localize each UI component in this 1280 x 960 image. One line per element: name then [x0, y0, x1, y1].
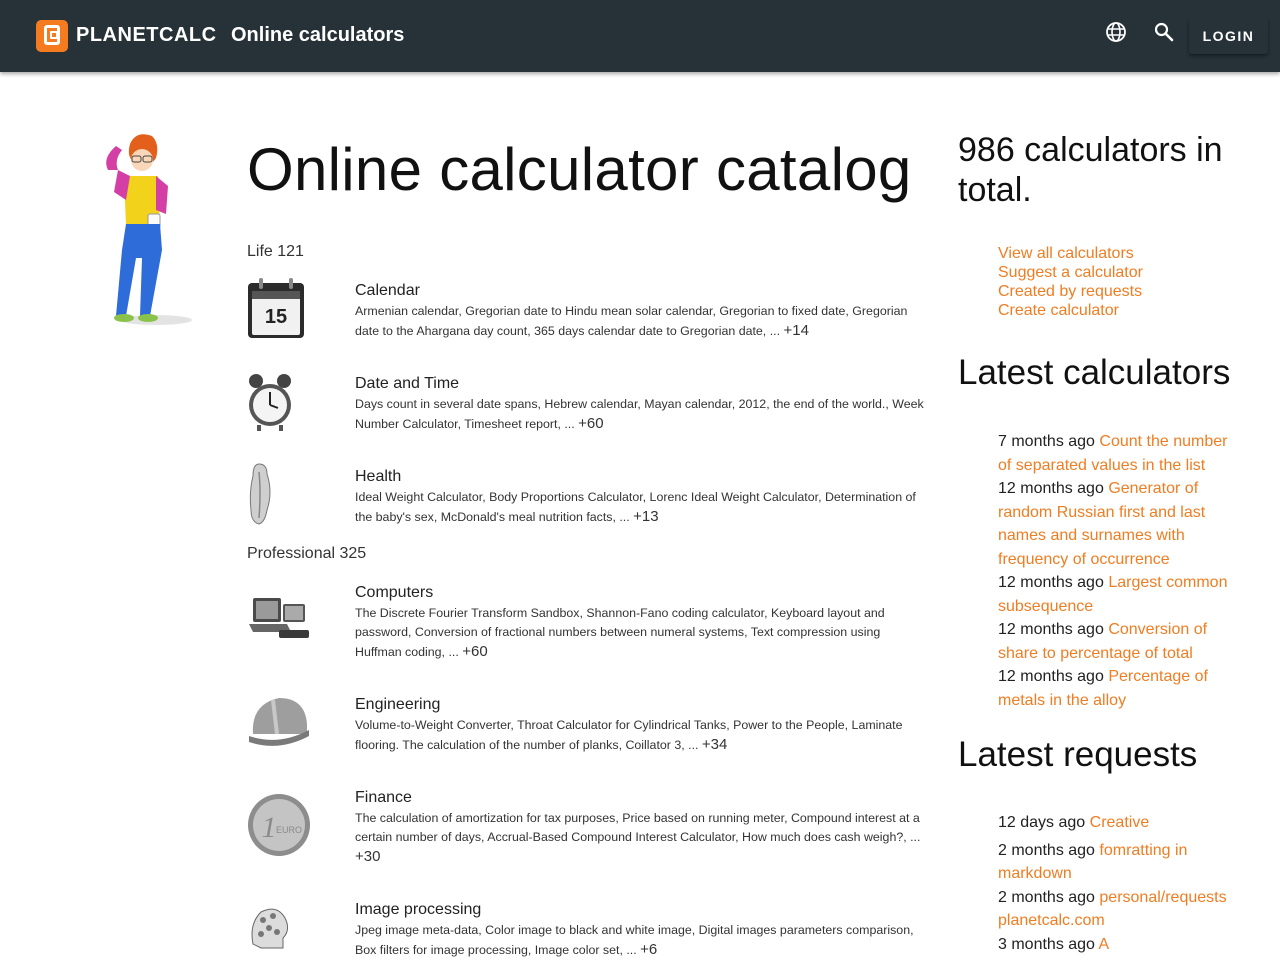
list-item: 7 months ago Count the number of separat… — [998, 430, 1238, 477]
more-count[interactable]: +60 — [462, 643, 487, 660]
latest-calculators-title: Latest calculators — [958, 353, 1231, 392]
mascot-girl-image — [106, 134, 192, 325]
list-item: 12 months ago Percentage of metals in th… — [998, 665, 1238, 712]
list-item: 2 months ago personal/requests planetcal… — [998, 886, 1238, 933]
category-date-and-time-list[interactable]: Days count in several date spans, Hebrew… — [355, 397, 924, 431]
time-ago: 2 months ago — [998, 841, 1095, 859]
category-finance[interactable]: Finance — [355, 789, 412, 807]
list-item: 3 months ago A — [998, 933, 1238, 957]
list-item: 12 days ago Creative — [998, 811, 1238, 835]
category-image-processing-desc: Jpeg image meta-data, Color image to bla… — [355, 921, 930, 960]
time-ago: 12 months ago — [998, 480, 1104, 497]
category-calendar-list[interactable]: Armenian calendar, Gregorian date to Hin… — [355, 304, 907, 338]
category-image-processing-list[interactable]: Jpeg image meta-data, Color image to bla… — [355, 923, 914, 957]
category-calendar-desc: Armenian calendar, Gregorian date to Hin… — [355, 302, 930, 341]
more-count[interactable]: +13 — [633, 508, 658, 525]
category-engineering-desc: Volume-to-Weight Converter, Throat Calcu… — [355, 716, 930, 755]
time-ago: 12 months ago — [998, 621, 1104, 638]
euro-coin-icon[interactable]: 1 EURO — [247, 793, 311, 857]
time-ago: 12 months ago — [998, 574, 1104, 591]
group-life[interactable]: Life 121 — [247, 243, 304, 261]
created-by-requests-link[interactable]: Created by requests — [998, 282, 1143, 301]
category-engineering[interactable]: Engineering — [355, 696, 440, 714]
list-item: 12 months ago Largest common subsequence — [998, 571, 1238, 618]
view-all-calculators-link[interactable]: View all calculators — [998, 244, 1143, 263]
time-ago: 12 months ago — [998, 668, 1104, 685]
request-link[interactable]: A — [1099, 936, 1110, 953]
category-finance-desc: The calculation of amortization for tax … — [355, 809, 930, 867]
language-icon[interactable] — [1104, 20, 1128, 44]
computer-icon[interactable] — [247, 592, 311, 644]
page-title: Online calculator catalog — [247, 136, 912, 203]
svg-text:15: 15 — [265, 306, 287, 328]
category-date-and-time-desc: Days count in several date spans, Hebrew… — [355, 395, 930, 434]
search-icon[interactable] — [1152, 20, 1176, 44]
category-health[interactable]: Health — [355, 468, 401, 486]
category-computers-desc: The Discrete Fourier Transform Sandbox, … — [355, 604, 930, 662]
more-count[interactable]: +14 — [783, 322, 808, 339]
svg-text:EURO: EURO — [276, 825, 302, 835]
alarm-clock-icon[interactable] — [247, 372, 293, 432]
brand-name[interactable]: PLANETCALC — [76, 24, 217, 47]
svg-text:1: 1 — [262, 811, 277, 844]
request-link[interactable]: Creative — [1090, 814, 1150, 831]
section-title[interactable]: Online calculators — [231, 24, 404, 47]
category-engineering-list[interactable]: Volume-to-Weight Converter, Throat Calcu… — [355, 718, 903, 752]
group-professional[interactable]: Professional 325 — [247, 545, 366, 563]
category-image-processing[interactable]: Image processing — [355, 901, 481, 919]
latest-calculators-list: 7 months ago Count the number of separat… — [998, 430, 1238, 712]
list-item: 12 months ago Conversion of share to per… — [998, 618, 1238, 665]
suggest-calculator-link[interactable]: Suggest a calculator — [998, 263, 1143, 282]
category-finance-list[interactable]: The calculation of amortization for tax … — [355, 811, 920, 844]
time-ago: 2 months ago — [998, 888, 1095, 906]
planetcalc-logo-icon[interactable] — [36, 20, 68, 52]
more-count[interactable]: +6 — [640, 941, 657, 958]
category-computers[interactable]: Computers — [355, 584, 433, 602]
top-app-bar: PLANETCALC Online calculators LOGIN — [0, 0, 1280, 72]
image-processing-icon[interactable] — [247, 904, 293, 950]
time-ago: 3 months ago — [998, 935, 1095, 953]
more-count[interactable]: +60 — [578, 415, 603, 432]
list-item: 2 months ago fomratting in markdown — [998, 839, 1238, 886]
create-calculator-link[interactable]: Create calculator — [998, 301, 1143, 320]
category-health-desc: Ideal Weight Calculator, Body Proportion… — [355, 488, 930, 527]
hard-hat-icon[interactable] — [247, 690, 311, 754]
more-count[interactable]: +30 — [355, 848, 380, 865]
calculators-count-title: 986 calculators in total. — [958, 131, 1223, 209]
time-ago: 7 months ago — [998, 433, 1095, 450]
time-ago: 12 days ago — [998, 814, 1086, 831]
list-item: 12 months ago Generator of random Russia… — [998, 477, 1238, 571]
category-date-and-time[interactable]: Date and Time — [355, 375, 459, 393]
calendar-icon[interactable]: 15 — [247, 277, 305, 339]
more-count[interactable]: +34 — [702, 736, 727, 753]
category-computers-list[interactable]: The Discrete Fourier Transform Sandbox, … — [355, 606, 885, 659]
latest-requests-list: 12 days ago Creative 2 months ago fomrat… — [998, 811, 1238, 956]
login-button[interactable]: LOGIN — [1189, 18, 1268, 54]
category-calendar[interactable]: Calendar — [355, 282, 420, 300]
health-icon[interactable] — [247, 462, 275, 526]
sidebar-links: View all calculators Suggest a calculato… — [998, 244, 1143, 320]
latest-requests-title: Latest requests — [958, 735, 1198, 774]
